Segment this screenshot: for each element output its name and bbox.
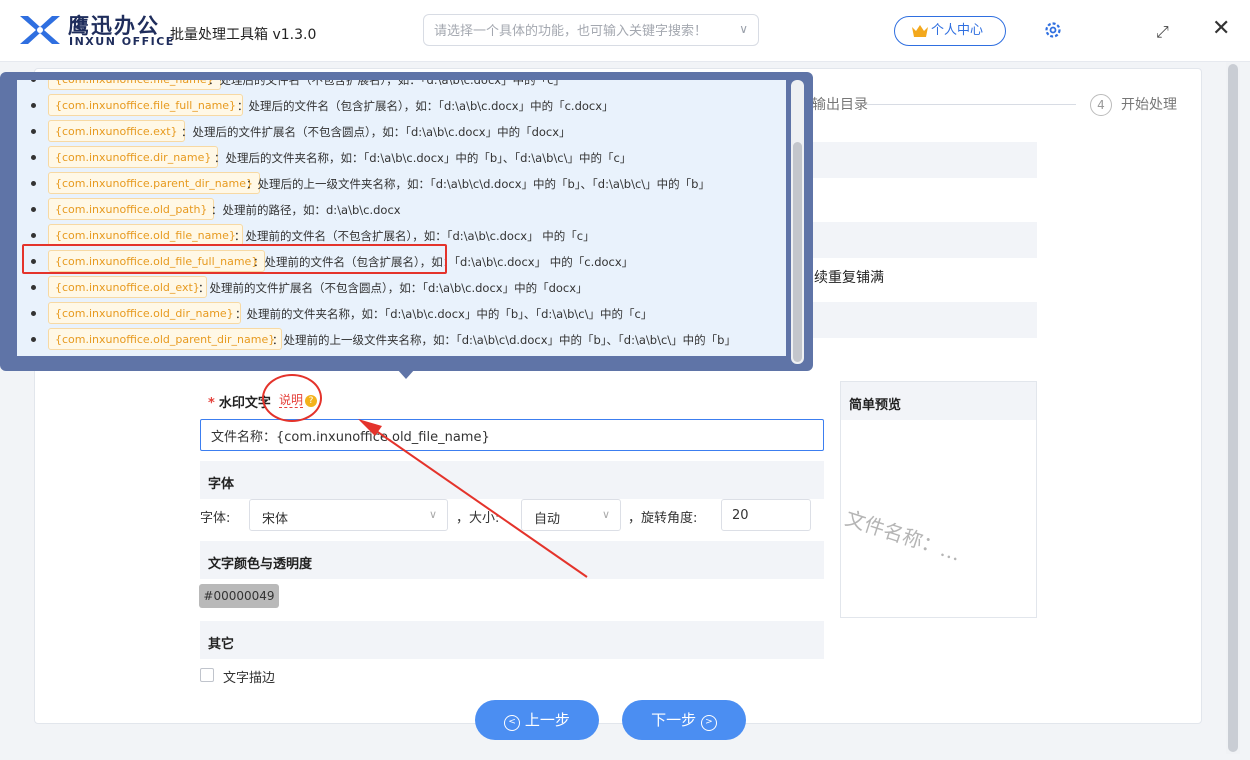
- variable-tag: {com.inxunoffice.file_name}: [48, 80, 221, 90]
- variable-description: ：处理后的文件夹名称，如：「d:\a\b\c.docx」中的「b」、「d:\a\…: [214, 151, 632, 165]
- rotate-label: ，旋转角度:: [628, 511, 698, 526]
- highlight-circle: [262, 374, 322, 422]
- gear-icon[interactable]: [1043, 20, 1063, 40]
- step-number: 4: [1090, 94, 1112, 116]
- bullet-icon: [31, 80, 36, 82]
- required-mark: *: [208, 396, 215, 411]
- variable-description: ：处理前的文件夹名称，如：「d:\a\b\c.docx」中的「b」、「d:\a\…: [235, 307, 653, 321]
- variable-list-item: {com.inxunoffice.old_parent_dir_name} ：处理…: [17, 327, 786, 353]
- bullet-icon: [31, 207, 36, 212]
- chevron-down-icon: ∨: [428, 508, 437, 521]
- variable-tag: {com.inxunoffice.ext}: [48, 120, 185, 142]
- fill-option-text: 续重复铺满: [814, 270, 884, 286]
- variable-list-item: {com.inxunoffice.old_dir_name} ：处理前的文件夹名称…: [17, 301, 786, 327]
- close-icon[interactable]: ✕: [1212, 16, 1230, 41]
- size-label: ，大小:: [456, 511, 500, 526]
- step-start-processing: 开始处理: [1121, 97, 1177, 113]
- popover-arrow: [397, 369, 415, 379]
- variable-description: ：处理后的文件名（不包含扩展名），如：「d:\a\b\c.docx」中的「c」: [208, 80, 565, 87]
- section-header: [810, 142, 1037, 178]
- color-picker[interactable]: #00000049: [199, 584, 279, 608]
- next-step-button[interactable]: 下一步 >: [622, 700, 746, 740]
- user-center-label: 个人中心: [931, 23, 984, 38]
- stroke-checkbox[interactable]: [200, 668, 214, 682]
- variable-list-item: {com.inxunoffice.old_ext} ：处理前的文件扩展名（不包含圆…: [17, 275, 786, 301]
- font-select[interactable]: 宋体 ∨: [249, 499, 448, 531]
- search-box[interactable]: ∨: [423, 14, 759, 46]
- variable-description: ：处理前的路径，如：d:\a\b\c.docx: [211, 203, 401, 217]
- watermark-text-input[interactable]: [200, 419, 824, 451]
- variable-list-item: {com.inxunoffice.parent_dir_name} ：处理后的上一…: [17, 171, 786, 197]
- app-title: 批量处理工具箱 v1.3.0: [170, 27, 317, 43]
- font-section-title: 字体: [200, 461, 824, 499]
- variable-description: ：处理前的上一级文件夹名称，如：「d:\a\b\c\d.docx」中的「b」、「…: [272, 333, 736, 347]
- next-step-label: 下一步: [651, 711, 697, 729]
- variable-list-item: {com.inxunoffice.old_path} ：处理前的路径，如：d:\a…: [17, 197, 786, 223]
- variable-description: ：处理前的文件扩展名（不包含圆点），如：「d:\a\b\c.docx」中的「do…: [198, 281, 588, 295]
- size-select[interactable]: 自动 ∨: [521, 499, 621, 531]
- variable-tag: {com.inxunoffice.parent_dir_name}: [48, 172, 260, 194]
- section-header: [810, 222, 1037, 258]
- variable-tag: {com.inxunoffice.old_dir_name}: [48, 302, 241, 324]
- chevron-down-icon[interactable]: ∨: [739, 22, 748, 36]
- stroke-label[interactable]: 文字描边: [223, 667, 275, 686]
- font-select-value: 宋体: [262, 512, 289, 527]
- chevron-left-icon: <: [504, 715, 521, 731]
- variable-tag: {com.inxunoffice.old_path}: [48, 198, 215, 220]
- variable-description: ：处理前的文件名（不包含扩展名），如：「d:\a\b\c.docx」 中的「c」: [234, 229, 595, 243]
- bullet-icon: [31, 103, 36, 108]
- variable-tag: {com.inxunoffice.old_file_name}: [48, 224, 243, 246]
- variable-list-item: {com.inxunoffice.file_full_name} ：处理后的文件名…: [17, 93, 786, 119]
- variable-description: ：处理后的上一级文件夹名称，如：「d:\a\b\c\d.docx」中的「b」、「…: [246, 177, 710, 191]
- variable-description: ：处理后的文件名（包含扩展名），如：「d:\a\b\c.docx」中的「c.do…: [237, 99, 614, 113]
- bullet-icon: [31, 181, 36, 186]
- title-bar: 鹰迅办公 INXUN OFFICE 批量处理工具箱 v1.3.0 ∨ 个人中心 …: [0, 0, 1250, 62]
- section-header: [810, 302, 1037, 338]
- bullet-icon: [31, 233, 36, 238]
- resize-icon[interactable]: ⤢: [1156, 22, 1169, 42]
- rotate-angle-input[interactable]: 20: [721, 499, 811, 531]
- preview-title: 简单预览: [841, 382, 1036, 420]
- brand-english: INXUN OFFICE: [69, 35, 175, 48]
- variable-tag: {com.inxunoffice.old_ext}: [48, 276, 207, 298]
- highlight-box: [22, 244, 447, 274]
- step-output-dir: 输出目录: [812, 97, 868, 113]
- prev-step-button[interactable]: < 上一步: [475, 700, 599, 740]
- preview-watermark: 文件名称：…: [842, 505, 964, 566]
- bullet-icon: [31, 285, 36, 290]
- variable-tag: {com.inxunoffice.file_full_name}: [48, 94, 244, 116]
- variable-tag: {com.inxunoffice.old_parent_dir_name}: [48, 328, 283, 350]
- step-connector: [866, 104, 1076, 105]
- bullet-icon: [31, 337, 36, 342]
- bullet-icon: [31, 129, 36, 134]
- search-input[interactable]: [434, 21, 724, 41]
- popover-scrollbar-thumb[interactable]: [793, 142, 802, 362]
- window-scrollbar-thumb[interactable]: [1228, 64, 1238, 752]
- bullet-icon: [31, 311, 36, 316]
- color-section-title: 文字颜色与透明度: [200, 541, 824, 579]
- variable-list-item: {com.inxunoffice.dir_name} ：处理后的文件夹名称，如：「…: [17, 145, 786, 171]
- user-center-button[interactable]: 个人中心: [894, 16, 1006, 46]
- prev-step-label: 上一步: [524, 711, 570, 729]
- other-section-title: 其它: [200, 621, 824, 659]
- chevron-right-icon: >: [700, 715, 717, 731]
- variable-list-item: {com.inxunoffice.ext} ：处理后的文件扩展名（不包含圆点），如…: [17, 119, 786, 145]
- bullet-icon: [31, 155, 36, 160]
- variable-description: ：处理后的文件扩展名（不包含圆点），如：「d:\a\b\c.docx」中的「do…: [181, 125, 571, 139]
- variable-tag: {com.inxunoffice.dir_name}: [48, 146, 219, 168]
- inxun-logo-icon: [20, 16, 60, 44]
- size-select-value: 自动: [534, 512, 561, 527]
- chevron-down-icon: ∨: [601, 508, 610, 521]
- variable-list-item: {com.inxunoffice.file_name}：处理后的文件名（不包含扩…: [17, 80, 786, 93]
- crown-icon: [912, 25, 928, 37]
- preview-panel: 简单预览 文件名称：…: [840, 381, 1037, 618]
- font-label: 字体:: [200, 511, 231, 526]
- variable-list: {com.inxunoffice.file_name}：处理后的文件名（不包含扩…: [17, 80, 786, 356]
